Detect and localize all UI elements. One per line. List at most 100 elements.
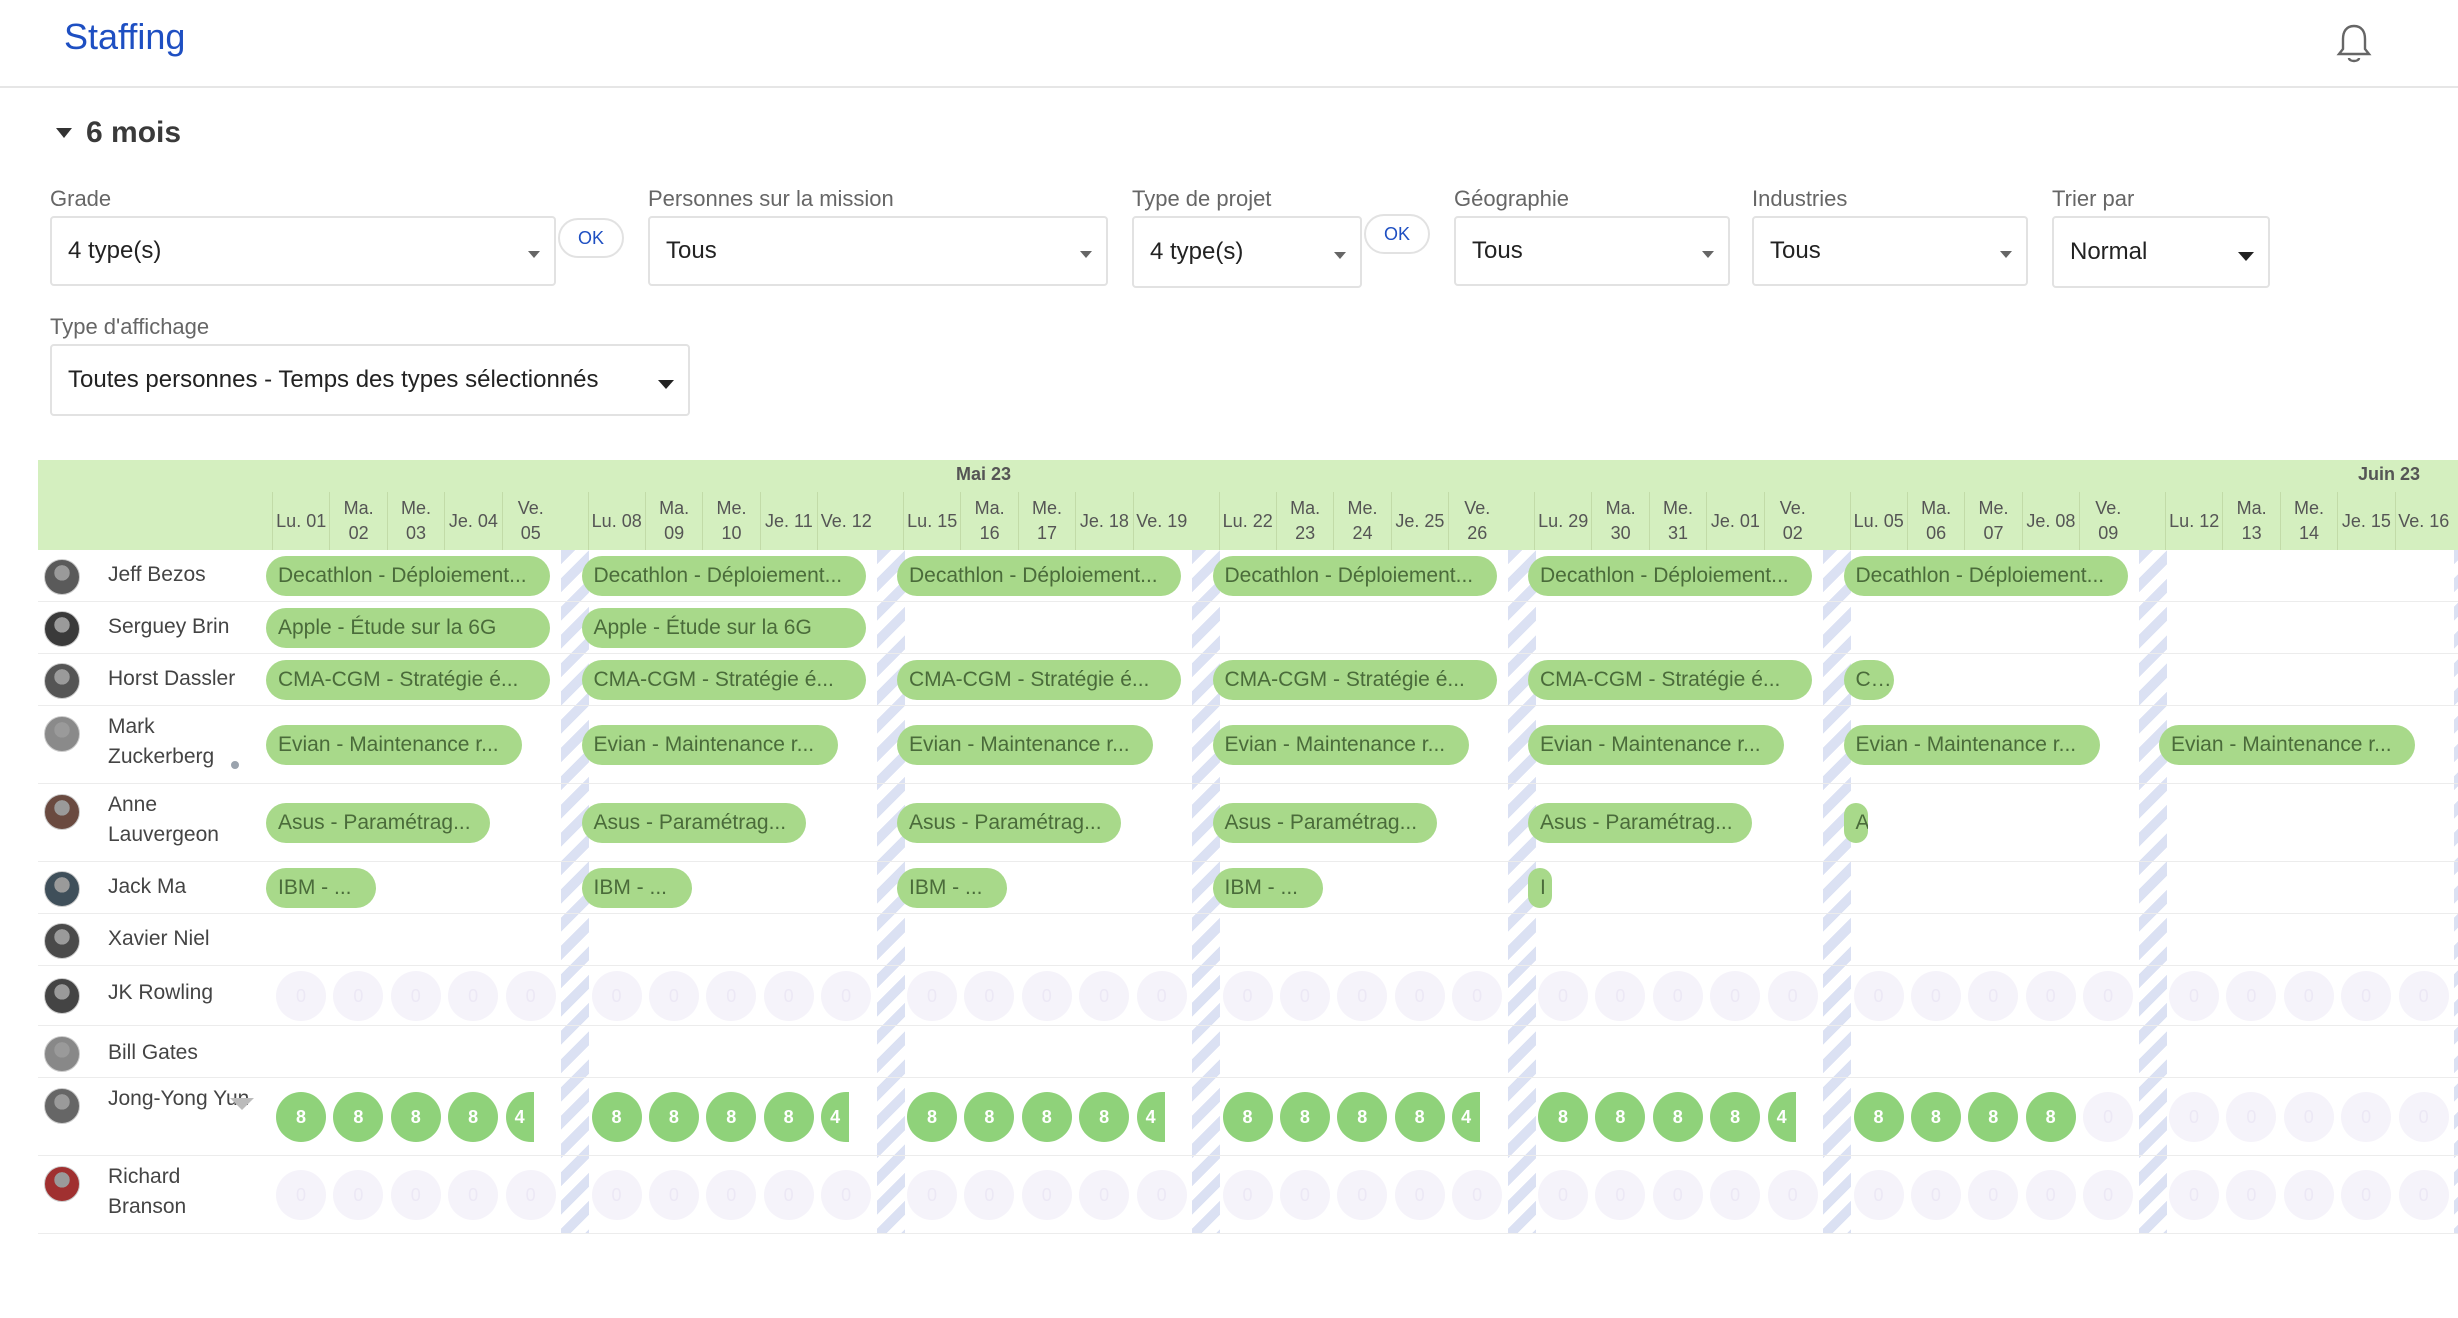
day-load-circle[interactable]: 8 — [1222, 1092, 1273, 1142]
day-load-circle[interactable]: 8 — [1021, 1092, 1072, 1142]
day-load-circle[interactable]: 0 — [1337, 1170, 1388, 1220]
day-load-circle[interactable]: 0 — [2341, 1170, 2392, 1220]
day-load-circle[interactable]: 0 — [390, 1170, 441, 1220]
assignment-pill[interactable]: IBM - ... — [581, 868, 692, 908]
assignment-pill[interactable]: Evian - Maintenance r... — [897, 725, 1153, 765]
day-load-circle[interactable]: 0 — [706, 971, 757, 1021]
assignment-pill[interactable]: Asus - Paramétrag... — [581, 803, 806, 843]
period-toggle[interactable]: 6 mois — [56, 116, 181, 150]
day-load-circle[interactable]: 8 — [1394, 1092, 1445, 1142]
day-load-circle[interactable]: 8 — [1652, 1092, 1703, 1142]
day-load-circle[interactable]: 0 — [2083, 971, 2134, 1021]
day-load-circle[interactable]: 0 — [1710, 971, 1761, 1021]
day-load-circle[interactable]: 0 — [2398, 1092, 2449, 1142]
bell-icon[interactable] — [2334, 22, 2374, 66]
day-load-circle[interactable]: 0 — [1222, 971, 1273, 1021]
day-load-circle[interactable]: 0 — [1136, 971, 1187, 1021]
day-load-circle[interactable]: 0 — [1021, 1170, 1072, 1220]
person-name[interactable]: Bill Gates — [108, 1038, 258, 1068]
day-load-circle[interactable]: 0 — [1710, 1170, 1761, 1220]
day-load-circle[interactable]: 8 — [276, 1092, 326, 1142]
person-name[interactable]: Jeff Bezos — [108, 560, 258, 590]
day-load-circle[interactable]: 8 — [1968, 1092, 2019, 1142]
day-load-circle[interactable]: 0 — [1968, 1170, 2019, 1220]
day-load-circle[interactable]: 0 — [1910, 971, 1961, 1021]
day-load-circle[interactable]: 0 — [2283, 1170, 2334, 1220]
day-load-circle[interactable]: 8 — [907, 1092, 957, 1142]
assignment-pill[interactable]: CMA-CGM - Stratégie é... — [266, 660, 550, 700]
assignment-pill[interactable]: Evian - Maintenance r... — [2159, 725, 2415, 765]
day-load-circle[interactable]: 0 — [2169, 971, 2219, 1021]
assignment-pill[interactable]: CMA-CGM - Stratégie é... — [897, 660, 1181, 700]
person-name[interactable]: Anne Lauvergeon — [108, 790, 258, 850]
day-load-circle[interactable]: 8 — [1279, 1092, 1330, 1142]
day-load-circle[interactable]: 0 — [1538, 1170, 1588, 1220]
day-load-circle[interactable]: 0 — [276, 971, 326, 1021]
chevron-down-icon[interactable] — [230, 1098, 254, 1110]
day-load-circle[interactable]: 0 — [1538, 971, 1588, 1021]
day-load-circle[interactable]: 8 — [706, 1092, 757, 1142]
grade-select[interactable]: 4 type(s) — [50, 216, 556, 286]
day-load-circle[interactable]: 0 — [1394, 971, 1445, 1021]
assignment-pill[interactable]: Decathlon - Déploiement... — [581, 556, 866, 596]
day-load-circle[interactable]: 0 — [1021, 971, 1072, 1021]
assignment-pill[interactable]: Evian - Maintenance r... — [581, 725, 838, 765]
day-load-circle[interactable]: 0 — [763, 1170, 814, 1220]
day-load-circle[interactable]: 0 — [591, 971, 642, 1021]
day-load-circle[interactable]: 8 — [1538, 1092, 1588, 1142]
assignment-pill[interactable]: Asus - Paramétrag... — [266, 803, 490, 843]
day-load-circle[interactable]: 0 — [706, 1170, 757, 1220]
day-load-circle[interactable]: 0 — [505, 971, 556, 1021]
type-projet-select[interactable]: 4 type(s) — [1132, 216, 1362, 288]
day-load-circle[interactable]: 0 — [1968, 971, 2019, 1021]
day-load-circle[interactable]: 8 — [390, 1092, 441, 1142]
person-row[interactable]: Bill Gates — [38, 1026, 2458, 1078]
day-load-circle[interactable]: 0 — [821, 1170, 872, 1220]
day-load-circle[interactable]: 0 — [2083, 1092, 2134, 1142]
assignment-pill[interactable]: Evian - Maintenance r... — [1212, 725, 1469, 765]
day-load-circle[interactable]: 0 — [763, 971, 814, 1021]
trier-select[interactable]: Normal — [2052, 216, 2270, 288]
day-load-circle[interactable]: 8 — [2025, 1092, 2076, 1142]
day-load-circle[interactable]: 0 — [448, 971, 499, 1021]
day-load-circle[interactable]: 0 — [591, 1170, 642, 1220]
day-load-circle[interactable]: 0 — [1452, 971, 1503, 1021]
day-load-circle[interactable]: 0 — [2341, 971, 2392, 1021]
industries-select[interactable]: Tous — [1752, 216, 2028, 286]
day-load-circle[interactable]: 8 — [1853, 1092, 1904, 1142]
day-load-circle[interactable]: 0 — [1452, 1170, 1503, 1220]
person-name[interactable]: Xavier Niel — [108, 924, 258, 954]
day-load-circle[interactable]: 0 — [2025, 1170, 2076, 1220]
assignment-pill[interactable]: Evian - Maintenance r... — [1528, 725, 1784, 765]
day-load-circle[interactable]: 0 — [2283, 971, 2334, 1021]
day-load-circle[interactable]: 0 — [1079, 971, 1130, 1021]
day-load-circle[interactable]: 0 — [448, 1170, 499, 1220]
person-name[interactable]: JK Rowling — [108, 978, 258, 1008]
day-load-circle[interactable]: 0 — [505, 1170, 556, 1220]
day-load-circle[interactable]: 0 — [1853, 971, 1904, 1021]
day-load-circle[interactable]: 0 — [648, 1170, 699, 1220]
assignment-pill[interactable]: CMA-CGM - Stratégie é... — [581, 660, 866, 700]
person-name[interactable]: Jack Ma — [108, 872, 258, 902]
day-load-circle[interactable]: 0 — [390, 971, 441, 1021]
assignment-pill[interactable]: IBM - ... — [1212, 868, 1323, 908]
assignment-pill[interactable]: C... — [1843, 660, 1894, 700]
person-name[interactable]: Richard Branson — [108, 1162, 258, 1222]
day-load-circle[interactable]: 0 — [648, 971, 699, 1021]
day-load-circle[interactable]: 0 — [2083, 1170, 2134, 1220]
day-load-circle[interactable]: 0 — [1279, 1170, 1330, 1220]
assignment-pill[interactable]: Decathlon - Déploiement... — [1843, 556, 2128, 596]
day-load-circle[interactable]: 0 — [1767, 1170, 1818, 1220]
day-load-circle[interactable]: 0 — [1652, 1170, 1703, 1220]
grade-ok-button[interactable]: OK — [558, 218, 624, 258]
person-name[interactable]: Serguey Brin — [108, 612, 258, 642]
day-load-circle[interactable]: 8 — [763, 1092, 814, 1142]
day-load-circle[interactable]: 0 — [2283, 1092, 2334, 1142]
assignment-pill[interactable]: Evian - Maintenance r... — [1843, 725, 2100, 765]
assignment-pill[interactable]: IBM - ... — [266, 868, 376, 908]
type-projet-ok-button[interactable]: OK — [1364, 214, 1430, 254]
assignment-pill[interactable]: Asus - Paramétrag... — [1528, 803, 1752, 843]
day-load-circle[interactable]: 0 — [1337, 971, 1388, 1021]
day-load-circle[interactable]: 8 — [1079, 1092, 1130, 1142]
day-load-circle[interactable]: 0 — [276, 1170, 326, 1220]
